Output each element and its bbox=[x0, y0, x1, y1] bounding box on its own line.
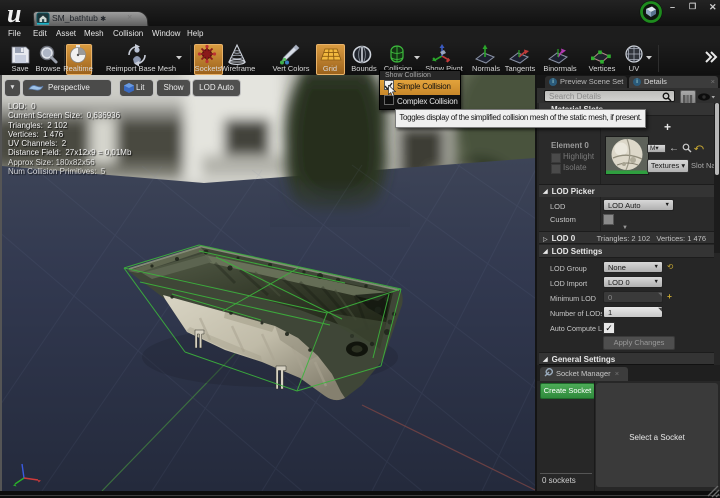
svg-text:u: u bbox=[7, 1, 21, 27]
